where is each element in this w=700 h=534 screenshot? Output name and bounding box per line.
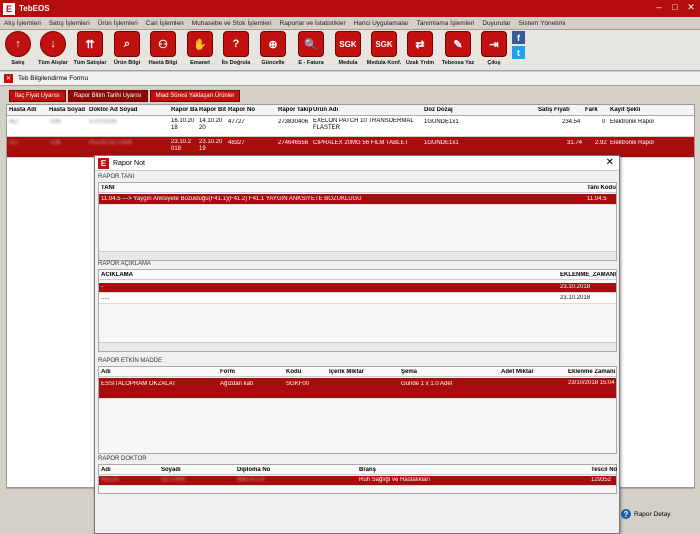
app-logo-icon: E <box>98 157 109 169</box>
e-fatura-button[interactable]: 🔍 E - Fatura <box>296 31 326 66</box>
menu-bar: Alış İşlemleri Satış İşlemleri Ürün İşle… <box>0 17 700 30</box>
menu-cari[interactable]: Cari İşlemlen <box>146 20 184 27</box>
arrow-up-icon: ↑ <box>5 31 31 57</box>
magnifier-icon: ⌕ <box>114 31 140 57</box>
table-row[interactable]: ALİ TOK S.UYGUN 16.10.20 18 14.10.20 20 … <box>7 116 694 137</box>
list-item[interactable]: PELİN ÖZTÜRK 98874-1-6 Ruh Sağlığı ve Ha… <box>99 476 616 486</box>
tani-panel: TANI Tanı Kodu 11.04.5 ---> Yaygın Anksi… <box>98 182 617 261</box>
exit-icon: ⇥ <box>481 31 507 57</box>
aciklama-panel: ACIKLAMA EKLENME_ZAMANI - 23.10.2018 ...… <box>98 269 617 352</box>
maximize-icon[interactable]: □ <box>670 2 680 13</box>
menu-sistem[interactable]: Sistem Yönetimi <box>519 20 566 27</box>
title-bar: E TebEOS – □ ✕ <box>0 0 700 17</box>
list-item[interactable]: ..... 23.10.2018 <box>99 293 616 304</box>
close-icon[interactable]: ✕ <box>606 157 614 168</box>
emanet-button[interactable]: ✋ Emanet <box>185 31 215 66</box>
app-logo-icon: E <box>3 2 15 15</box>
main-toolbar: ↑ Satış ↓ Tüm Alışlar ⇈ Tüm Satışlar ⌕ Ürün … <box>0 30 700 71</box>
tebeosa-yaz-button[interactable]: ✎ Tebeosa Yaz <box>442 31 474 66</box>
arrow-down-icon: ↓ <box>40 31 66 57</box>
sgk-medula-icon: SGK <box>335 31 361 57</box>
form-tab-title: Teb Bilgilendirme Formu <box>18 75 89 82</box>
list-item[interactable]: - 23.10.2018 <box>99 283 616 293</box>
sgk-config-icon: SGK <box>371 31 397 57</box>
medula-button[interactable]: SGK Medula <box>333 31 363 66</box>
etkin-madde-panel: Adı Form Kodu İçerik Miktar Şema Adet Mi… <box>98 366 617 454</box>
tab-ilac-fiyat[interactable]: İlaç Fiyat Uyarısı <box>9 90 66 102</box>
tab-miad-suresi[interactable]: Miad Süresi Yaklaşan Ürünler <box>149 90 241 102</box>
close-icon[interactable]: ✕ <box>686 2 696 13</box>
urun-bilgi-button[interactable]: ⌕ Ürün Bilgi <box>112 31 142 66</box>
help-icon: ? <box>621 509 631 519</box>
form-tab[interactable]: ✕ Teb Bilgilendirme Formu <box>0 72 700 86</box>
menu-raporlar[interactable]: Raporlar ve İstatistikler <box>280 20 346 27</box>
tab-rapor-bitim[interactable]: Rapor Bitim Tarihi Uyarısı <box>67 90 148 102</box>
menu-urun[interactable]: Ürün İşlemleri <box>98 20 138 27</box>
minimize-icon[interactable]: – <box>654 2 664 13</box>
medula-konf-button[interactable]: SGK Medula Konf. <box>367 31 401 66</box>
guncelle-button[interactable]: ⊕ Güncelle <box>258 31 288 66</box>
rapor-not-dialog: E Rapor Not ✕ RAPOR TANI TANI Tanı Kodu … <box>94 155 620 534</box>
tum-alislar-button[interactable]: ↓ Tüm Alışlar <box>38 31 68 66</box>
menu-duyurular[interactable]: Duyurular <box>482 20 510 27</box>
list-item[interactable]: 11.04.5 ---> Yaygın Anksiyete Bozukluğu(… <box>99 194 616 205</box>
double-arrow-up-icon: ⇈ <box>77 31 103 57</box>
close-tab-icon[interactable]: ✕ <box>4 74 13 83</box>
doktor-panel: Adı Soyadı Diploma No Branş Tescil No PE… <box>98 464 617 494</box>
menu-muhasebe[interactable]: Muhasebe ve Stok İşlemleri <box>192 20 272 27</box>
hand-icon: ✋ <box>187 31 213 57</box>
tum-satislar-button[interactable]: ⇈ Tüm Satışlar <box>74 31 107 66</box>
twitter-icon[interactable]: t <box>512 46 525 59</box>
section-rapor-etkin-madde: RAPOR ETKİN MADDE <box>98 358 163 364</box>
menu-satis[interactable]: Satış İşlemleri <box>49 20 90 27</box>
cikis-button[interactable]: ⇥ Çıkış <box>479 31 509 66</box>
list-item[interactable]: ESSITALOPRAM OKZALAT Ağızdan katı SGKF00… <box>99 378 616 399</box>
hasta-bilgi-button[interactable]: ⚇ Hasta Bilgi <box>148 31 178 66</box>
grid-header: Hasta Adı Hasta Soyad Doktor Ad Soyad Ra… <box>7 105 694 116</box>
dialog-header: E Rapor Not ✕ <box>95 156 619 171</box>
section-rapor-doktor: RAPOR DOKTOR <box>98 456 147 462</box>
rapor-detay-button[interactable]: ? Rapor Detay <box>621 506 681 522</box>
its-dogrula-button[interactable]: ? İts Doğrula <box>221 31 251 66</box>
question-icon: ? <box>223 31 249 57</box>
section-rapor-aciklama: RAPOR AÇIKLAMA <box>98 261 152 267</box>
remote-help-icon: ⇄ <box>407 31 433 57</box>
patients-icon: ⚇ <box>150 31 176 57</box>
dialog-title: Rapor Not <box>113 159 145 167</box>
facebook-icon[interactable]: f <box>512 31 525 44</box>
menu-tanimlama[interactable]: Tanımlama İşlemleri <box>417 20 475 27</box>
section-rapor-tani: RAPOR TANI <box>98 174 135 180</box>
menu-alis[interactable]: Alış İşlemleri <box>4 20 41 27</box>
menu-harici[interactable]: Harici Uygulamalar <box>354 20 409 27</box>
app-title: TebEOS <box>19 4 50 13</box>
write-icon: ✎ <box>445 31 471 57</box>
satis-button[interactable]: ↑ Satış <box>3 31 33 66</box>
globe-icon: ⊕ <box>260 31 286 57</box>
e-invoice-icon: 🔍 <box>298 31 324 57</box>
uzak-yardim-button[interactable]: ⇄ Uzak Yrdm <box>405 31 435 66</box>
